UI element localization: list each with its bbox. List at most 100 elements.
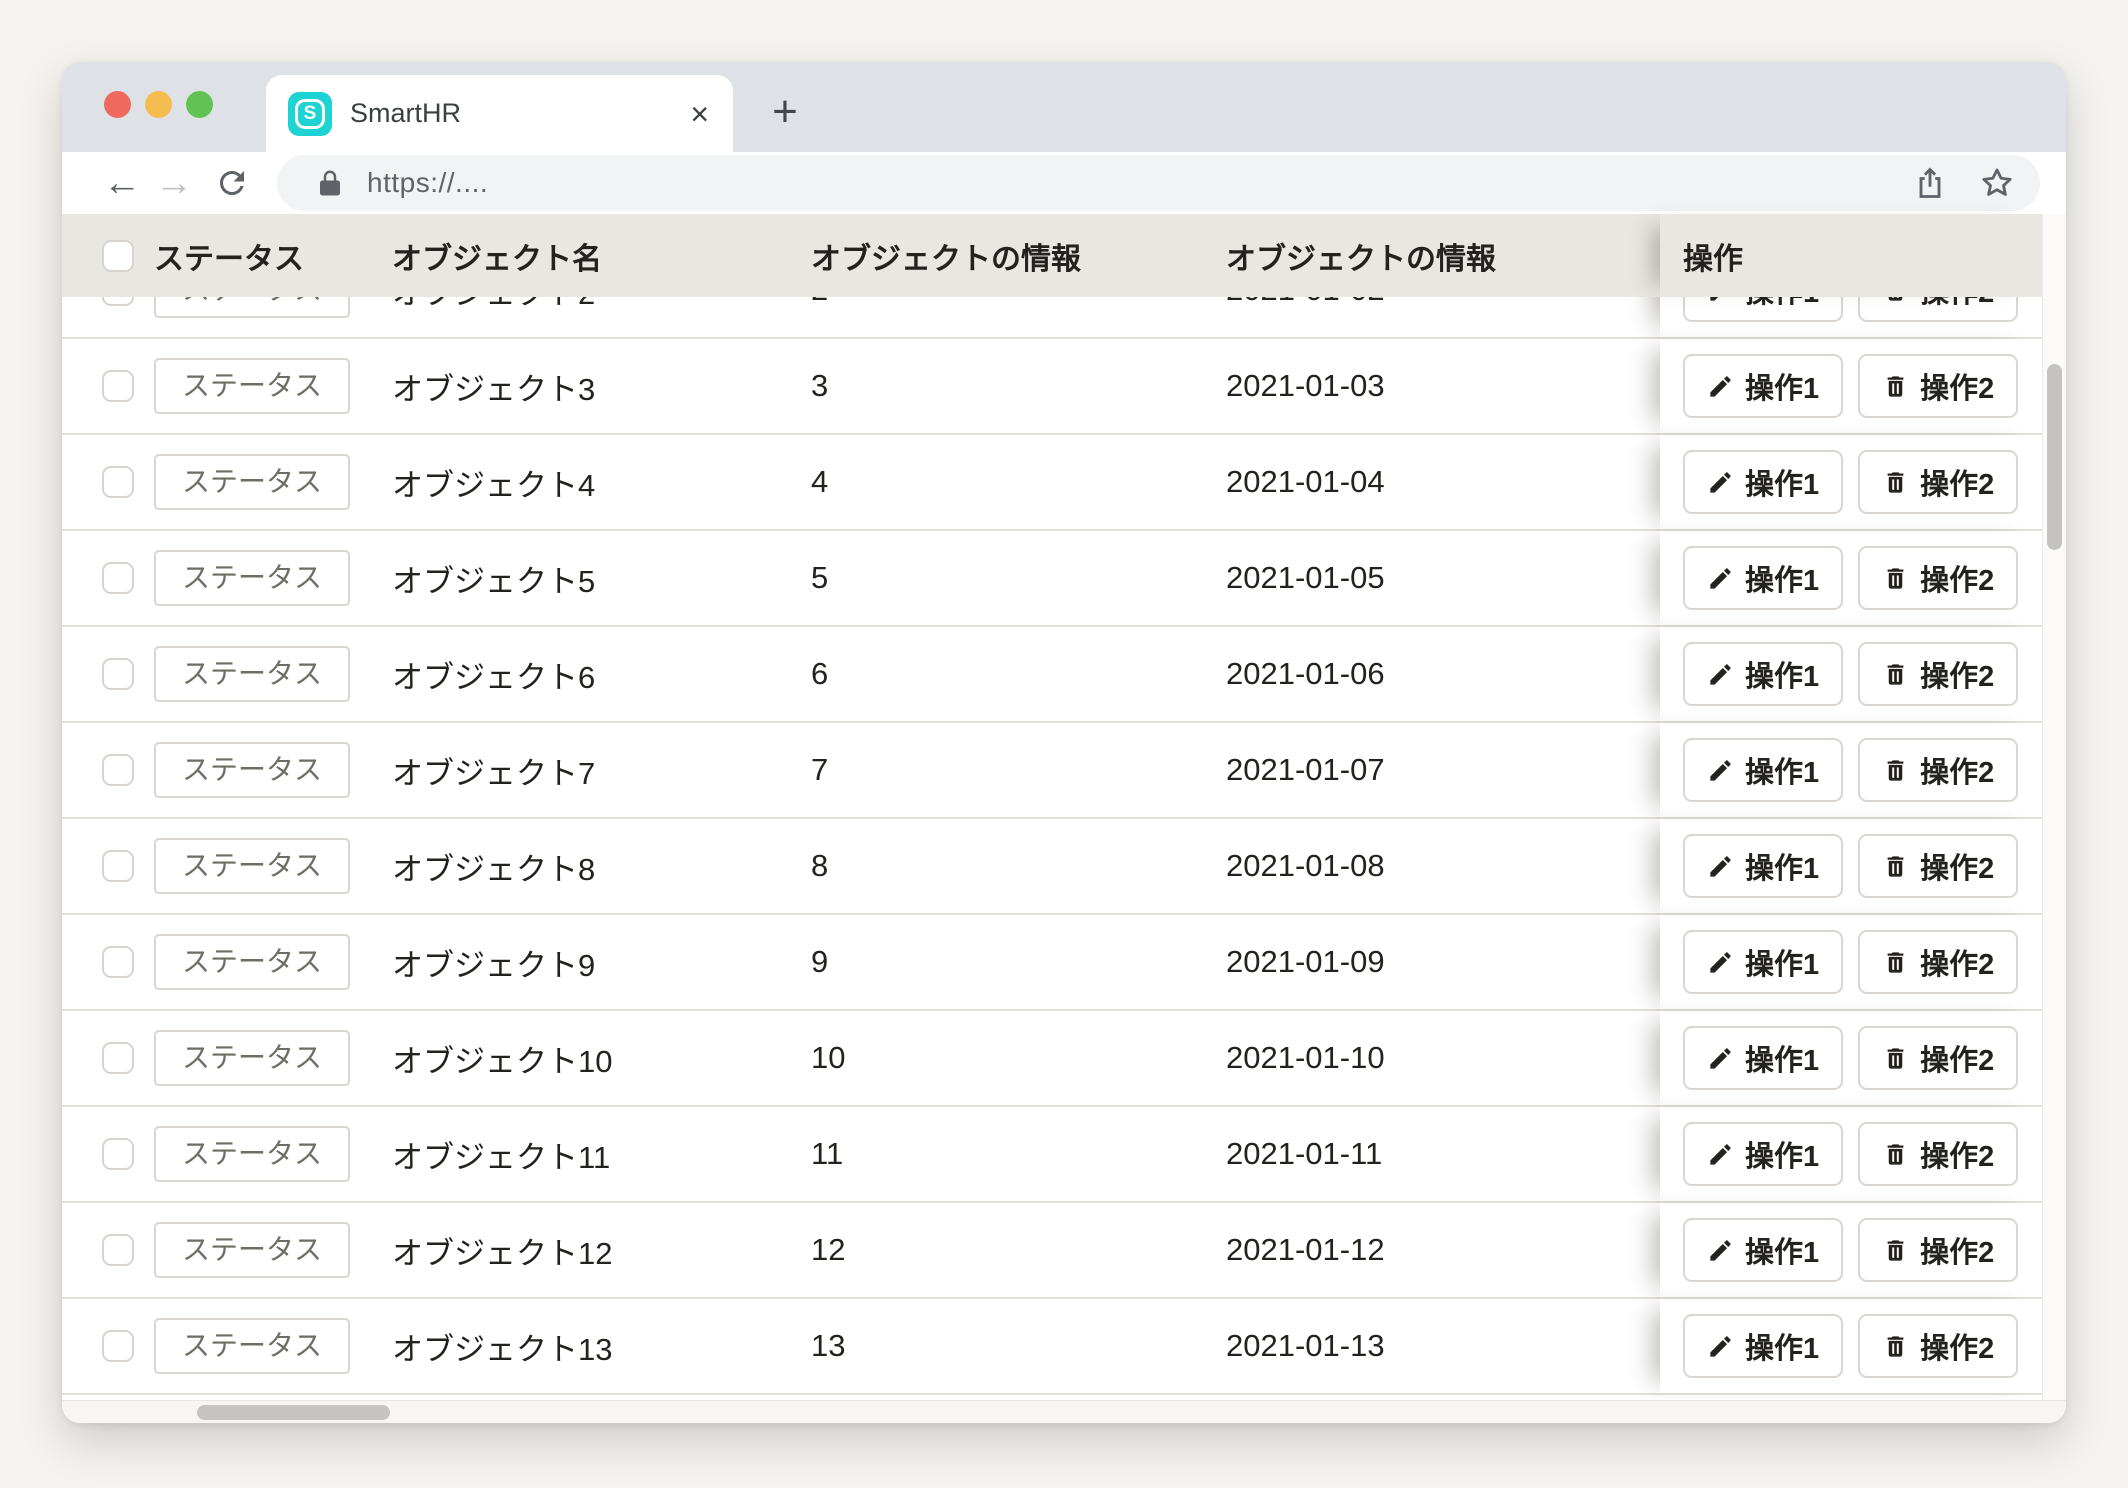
pencil-icon	[1707, 1237, 1734, 1264]
action1-button[interactable]: 操作1	[1683, 1122, 1843, 1186]
row-checkbox[interactable]	[102, 1234, 134, 1266]
header-actions: 操作	[1660, 214, 2042, 297]
action1-button[interactable]: 操作1	[1683, 930, 1843, 994]
action2-button[interactable]: 操作2	[1858, 1218, 2018, 1282]
tab-title: SmartHR	[350, 98, 461, 129]
reload-button[interactable]	[210, 152, 254, 214]
row-status-cell: ステータス	[154, 550, 392, 606]
row-checkbox[interactable]	[102, 754, 134, 786]
row-actions-cell: 操作1 操作2	[1660, 1107, 2042, 1201]
pencil-icon	[1707, 373, 1734, 400]
row-checkbox[interactable]	[102, 850, 134, 882]
action1-button[interactable]: 操作1	[1683, 834, 1843, 898]
object-info-number-cell: 7	[811, 752, 1226, 788]
action1-button[interactable]: 操作1	[1683, 1026, 1843, 1090]
back-button[interactable]: ←	[100, 152, 144, 214]
object-name-cell: オブジェクト7	[392, 748, 811, 793]
object-name-cell: オブジェクト13	[392, 1324, 811, 1369]
status-badge: ステータス	[154, 550, 350, 606]
action2-button[interactable]: 操作2	[1858, 450, 2018, 514]
header-object-info-2: オブジェクトの情報	[1226, 234, 1618, 278]
row-status-cell: ステータス	[154, 454, 392, 510]
action2-button[interactable]: 操作2	[1858, 297, 2018, 322]
action2-button[interactable]: 操作2	[1858, 738, 2018, 802]
new-tab-button[interactable]: +	[757, 84, 813, 140]
trash-icon	[1882, 661, 1909, 688]
tab-close-icon[interactable]: ×	[690, 98, 709, 130]
row-status-cell: ステータス	[154, 1222, 392, 1278]
table-row: ステータス オブジェクト11 11 2021-01-11 操作1 操作2	[62, 1107, 2066, 1203]
action2-button[interactable]: 操作2	[1858, 546, 2018, 610]
trash-icon	[1882, 1141, 1909, 1168]
vertical-scrollbar[interactable]	[2042, 214, 2066, 1400]
object-info-date-cell: 2021-01-10	[1226, 1040, 1618, 1076]
select-all-checkbox[interactable]	[102, 240, 134, 272]
address-bar[interactable]: https://....	[277, 155, 2040, 211]
action1-button[interactable]: 操作1	[1683, 354, 1843, 418]
object-name-cell: オブジェクト3	[392, 364, 811, 409]
table-row: ステータス オブジェクト8 8 2021-01-08 操作1 操作2	[62, 819, 2066, 915]
vertical-scrollbar-thumb[interactable]	[2047, 364, 2062, 550]
row-status-cell: ステータス	[154, 838, 392, 894]
row-select-cell	[62, 466, 154, 498]
row-checkbox[interactable]	[102, 370, 134, 402]
share-button[interactable]	[1912, 165, 1948, 201]
horizontal-scrollbar-thumb[interactable]	[197, 1405, 390, 1420]
row-checkbox[interactable]	[102, 297, 134, 306]
horizontal-scrollbar[interactable]	[62, 1400, 2066, 1423]
row-status-cell: ステータス	[154, 297, 392, 318]
row-actions-cell: 操作1 操作2	[1660, 531, 2042, 625]
action1-button[interactable]: 操作1	[1683, 450, 1843, 514]
bookmark-button[interactable]	[1978, 164, 2016, 202]
row-checkbox[interactable]	[102, 946, 134, 978]
action1-button[interactable]: 操作1	[1683, 642, 1843, 706]
trash-icon	[1882, 1333, 1909, 1360]
action1-button[interactable]: 操作1	[1683, 1314, 1843, 1378]
object-name-cell: オブジェクト9	[392, 940, 811, 985]
pencil-icon	[1707, 949, 1734, 976]
action1-button[interactable]: 操作1	[1683, 297, 1843, 322]
row-checkbox[interactable]	[102, 562, 134, 594]
row-checkbox[interactable]	[102, 1330, 134, 1362]
table-body: ステータス オブジェクト2 2 2021-01-02 操作1 操作2	[62, 297, 2066, 1395]
row-select-cell	[62, 562, 154, 594]
object-name-cell: オブジェクト8	[392, 844, 811, 889]
action2-button[interactable]: 操作2	[1858, 642, 2018, 706]
action2-button[interactable]: 操作2	[1858, 930, 2018, 994]
row-checkbox[interactable]	[102, 1042, 134, 1074]
close-window-button[interactable]	[104, 91, 131, 118]
trash-icon	[1882, 297, 1909, 304]
object-name-cell: オブジェクト10	[392, 1036, 811, 1081]
header-status: ステータス	[154, 234, 392, 278]
minimize-window-button[interactable]	[145, 91, 172, 118]
row-select-cell	[62, 1234, 154, 1266]
table-row: ステータス オブジェクト4 4 2021-01-04 操作1 操作2	[62, 435, 2066, 531]
object-info-number-cell: 8	[811, 848, 1226, 884]
zoom-window-button[interactable]	[186, 91, 213, 118]
object-info-date-cell: 2021-01-05	[1226, 560, 1618, 596]
action2-button[interactable]: 操作2	[1858, 1122, 2018, 1186]
smarthr-favicon-icon: S	[288, 92, 332, 136]
action1-button[interactable]: 操作1	[1683, 546, 1843, 610]
action1-button[interactable]: 操作1	[1683, 738, 1843, 802]
object-info-number-cell: 2	[811, 297, 1226, 308]
object-info-date-cell: 2021-01-07	[1226, 752, 1618, 788]
action2-button[interactable]: 操作2	[1858, 1314, 2018, 1378]
row-actions-cell: 操作1 操作2	[1660, 1011, 2042, 1105]
row-actions-cell: 操作1 操作2	[1660, 723, 2042, 817]
row-checkbox[interactable]	[102, 658, 134, 690]
object-name-cell: オブジェクト5	[392, 556, 811, 601]
table-row: ステータス オブジェクト6 6 2021-01-06 操作1 操作2	[62, 627, 2066, 723]
object-info-date-cell: 2021-01-12	[1226, 1232, 1618, 1268]
row-checkbox[interactable]	[102, 466, 134, 498]
star-icon	[1978, 164, 2016, 202]
object-info-date-cell: 2021-01-02	[1226, 297, 1618, 308]
action2-button[interactable]: 操作2	[1858, 354, 2018, 418]
trash-icon	[1882, 373, 1909, 400]
action2-button[interactable]: 操作2	[1858, 834, 2018, 898]
row-checkbox[interactable]	[102, 1138, 134, 1170]
action1-button[interactable]: 操作1	[1683, 1218, 1843, 1282]
tab-strip: S SmartHR × +	[62, 62, 2066, 152]
browser-tab[interactable]: S SmartHR ×	[266, 75, 733, 152]
action2-button[interactable]: 操作2	[1858, 1026, 2018, 1090]
